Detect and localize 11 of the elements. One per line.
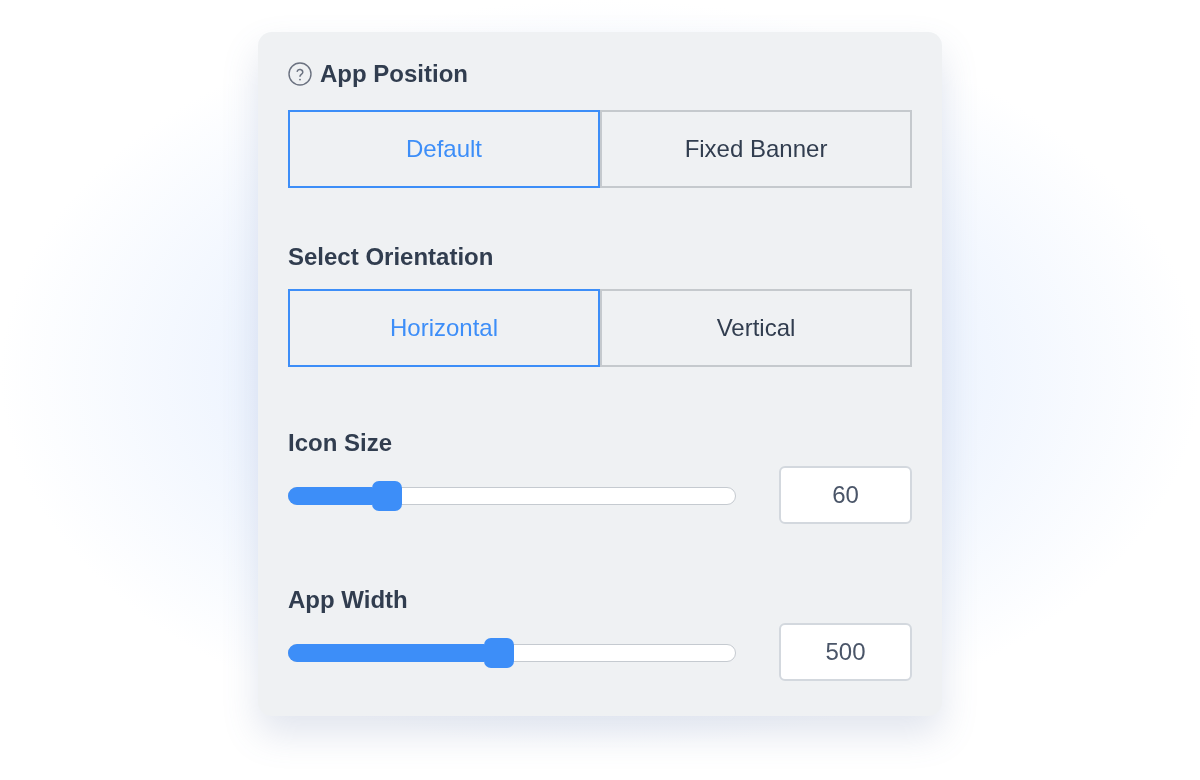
section-title: App Width: [288, 585, 408, 615]
segment-option[interactable]: Vertical: [600, 289, 912, 367]
slider-thumb[interactable]: [372, 481, 403, 511]
value-field[interactable]: 60: [779, 466, 912, 524]
section-title: App Position: [320, 59, 468, 89]
value-field[interactable]: 500: [779, 623, 912, 681]
section-title: Icon Size: [288, 428, 393, 458]
help-icon[interactable]: [288, 62, 312, 86]
section-title: Select Orientation: [288, 242, 494, 272]
segment-option[interactable]: Fixed Banner: [600, 110, 912, 188]
slider-thumb[interactable]: [483, 638, 514, 668]
